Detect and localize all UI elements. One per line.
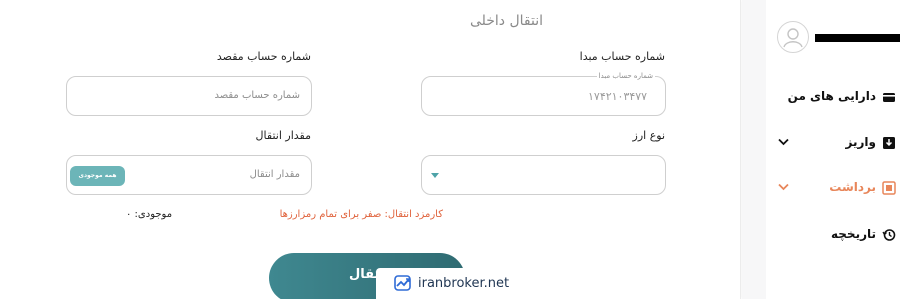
amount-label: مقدار انتقال [255,129,311,142]
source-account-field[interactable]: شماره حساب مبدا ۱۷۴۲۱۰۳۴۷۷ [421,72,666,116]
source-account-label: شماره حساب مبدا [579,50,665,63]
amount-placeholder: مقدار انتقال [249,169,300,180]
watermark: iranbroker.net [376,268,516,299]
layout-gap [742,0,766,299]
page-title: انتقال داخلی [469,13,543,29]
dest-account-input[interactable]: شماره حساب مقصد [66,76,312,116]
all-balance-button[interactable]: همه موجودی [70,166,125,186]
username-redacted [815,34,900,42]
wallet-icon [882,89,896,103]
source-account-value: ۱۷۴۲۱۰۳۴۷۷ [588,90,648,103]
chevron-down-icon[interactable] [778,183,789,191]
user-icon [783,28,803,48]
currency-label: نوع ارز [632,129,665,142]
currency-select[interactable] [421,155,666,195]
sidebar-item-label: واریز [845,135,876,149]
deposit-icon [882,135,896,149]
source-account-float-label: شماره حساب مبدا [596,72,655,80]
watermark-text: iranbroker.net [418,276,510,291]
avatar[interactable] [777,21,809,53]
history-icon [882,227,896,241]
chevron-down-icon[interactable] [778,138,789,146]
sidebar-item-history[interactable]: تاریخچه [831,224,896,244]
sidebar-item-assets[interactable]: دارایی های من [788,86,896,106]
available-balance: موجودی: ۰ [126,209,173,220]
transfer-card: انتقال داخلی شماره حساب مبدا شماره حساب … [0,0,741,299]
sidebar-item-label: دارایی های من [787,89,876,103]
sidebar-item-deposit[interactable]: واریز [846,132,896,152]
withdraw-icon [882,180,896,195]
dest-account-placeholder: شماره حساب مقصد [214,90,300,101]
sidebar-item-withdraw[interactable]: برداشت [829,177,896,197]
fee-note: کارمزد انتقال: صفر برای تمام رمزارزها [279,209,443,220]
trend-arrow-icon [394,275,411,291]
sidebar-item-label: تاریخچه [831,227,876,241]
dest-account-label: شماره حساب مقصد [216,50,311,63]
chevron-down-icon [431,173,439,178]
sidebar-item-label: برداشت [829,180,876,194]
